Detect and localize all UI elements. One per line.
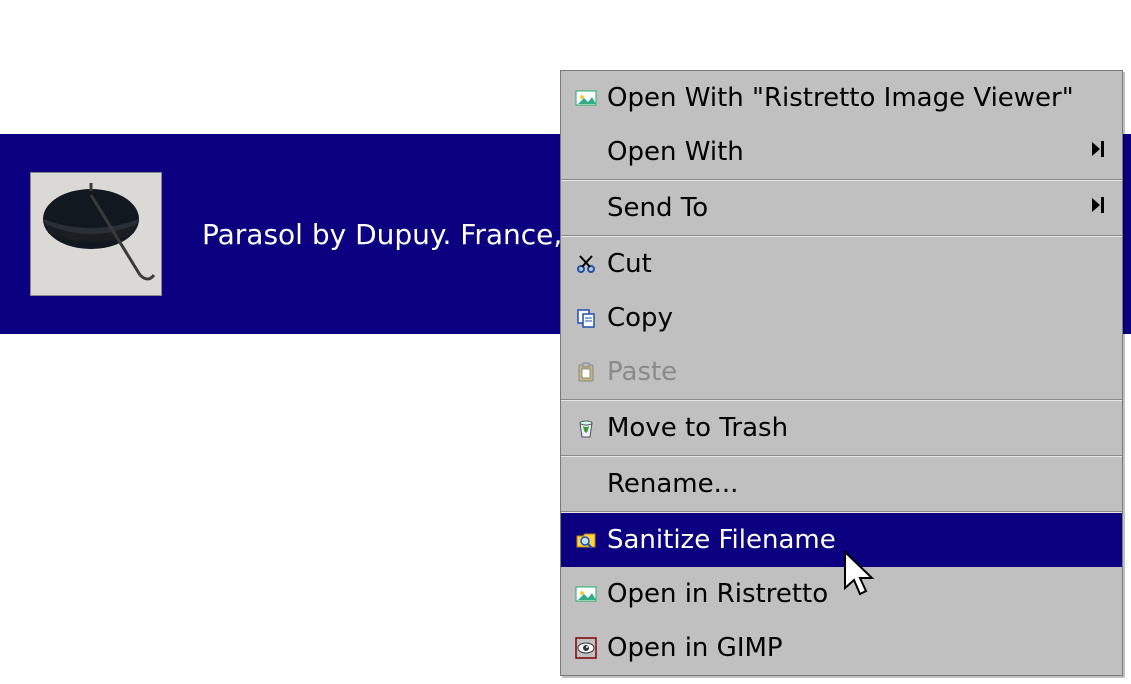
menu-label: Sanitize Filename (607, 525, 1108, 555)
menu-label: Cut (607, 249, 1108, 279)
menu-label: Move to Trash (607, 413, 1108, 443)
menu-item-copy[interactable]: Copy (561, 291, 1122, 345)
eye-icon (569, 631, 603, 665)
menu-label: Open in Ristretto (607, 579, 1108, 609)
blank-icon (569, 135, 603, 169)
blank-icon (569, 191, 603, 225)
menu-label: Paste (607, 357, 1108, 387)
parasol-icon (36, 177, 156, 291)
trash-icon (569, 411, 603, 445)
image-icon (569, 81, 603, 115)
copy-icon (569, 301, 603, 335)
menu-label: Rename... (607, 469, 1108, 499)
scissors-icon (569, 247, 603, 281)
image-icon (569, 577, 603, 611)
menu-item-rename[interactable]: Rename... (561, 457, 1122, 511)
menu-label: Open in GIMP (607, 633, 1108, 663)
menu-label: Open With (607, 137, 1084, 167)
file-thumbnail (30, 172, 162, 296)
submenu-arrow-icon (1084, 193, 1108, 223)
paste-icon (569, 355, 603, 389)
menu-item-paste: Paste (561, 345, 1122, 399)
menu-label: Open With "Ristretto Image Viewer" (607, 83, 1108, 113)
menu-item-open-gimp[interactable]: Open in GIMP (561, 621, 1122, 675)
menu-item-open-default[interactable]: Open With "Ristretto Image Viewer" (561, 71, 1122, 125)
menu-item-sanitize-filename[interactable]: Sanitize Filename (561, 513, 1122, 567)
blank-icon (569, 467, 603, 501)
folder-search-icon (569, 523, 603, 557)
context-menu: Open With "Ristretto Image Viewer" Open … (560, 70, 1123, 676)
menu-item-open-with[interactable]: Open With (561, 125, 1122, 179)
menu-item-trash[interactable]: Move to Trash (561, 401, 1122, 455)
menu-label: Send To (607, 193, 1084, 223)
menu-item-cut[interactable]: Cut (561, 237, 1122, 291)
menu-item-open-ristretto[interactable]: Open in Ristretto (561, 567, 1122, 621)
submenu-arrow-icon (1084, 137, 1108, 167)
menu-label: Copy (607, 303, 1108, 333)
menu-item-send-to[interactable]: Send To (561, 181, 1122, 235)
